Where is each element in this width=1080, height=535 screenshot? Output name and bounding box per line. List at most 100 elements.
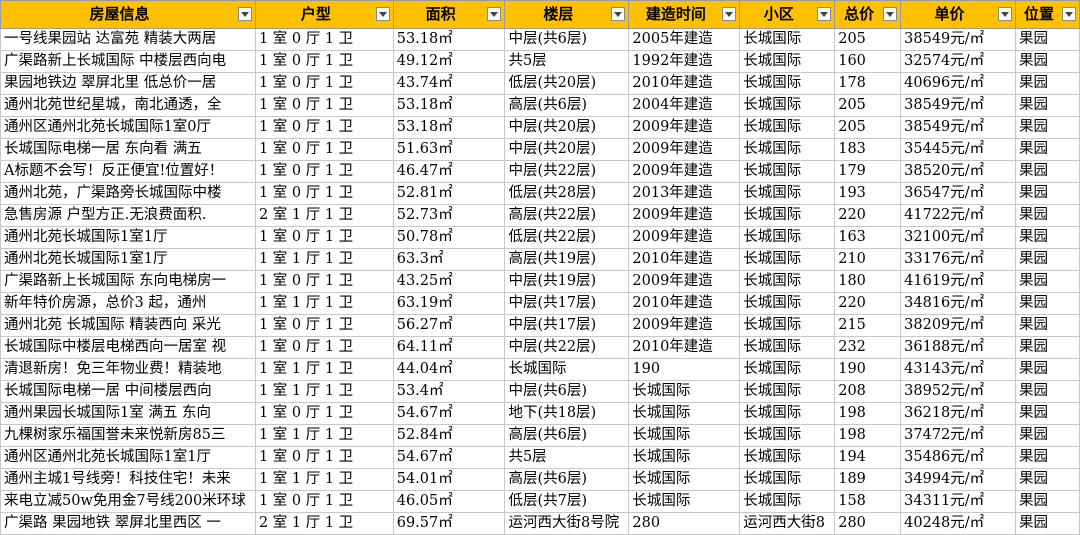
cell-build-year[interactable]: 2009年建造 [628,204,741,227]
cell-location[interactable]: 果园 [1014,72,1080,95]
cell-area[interactable]: 53.18㎡ [392,28,506,51]
cell-house-info[interactable]: 一号线果园站 达富苑 精装大两居 [0,28,256,51]
cell-area[interactable]: 64.11㎡ [392,336,506,359]
cell-build-year[interactable]: 190 [628,358,741,381]
cell-community[interactable]: 长城国际 [739,292,836,315]
cell-layout[interactable]: 1 室 0 厅 1 卫 [254,94,394,117]
filter-dropdown-icon[interactable] [375,7,390,21]
cell-location[interactable]: 果园 [1014,226,1080,249]
cell-unit-price[interactable]: 40248元/㎡ [900,512,1016,535]
cell-total-price[interactable]: 179 [834,160,902,183]
cell-total-price[interactable]: 189 [834,468,902,491]
cell-location[interactable]: 果园 [1014,314,1080,337]
cell-area[interactable]: 54.01㎡ [392,468,506,491]
cell-layout[interactable]: 1 室 1 厅 1 卫 [254,424,394,447]
cell-layout[interactable]: 1 室 0 厅 1 卫 [254,270,394,293]
cell-total-price[interactable]: 178 [834,72,902,95]
cell-total-price[interactable]: 198 [834,402,902,425]
cell-unit-price[interactable]: 33176元/㎡ [900,248,1016,271]
filter-dropdown-icon[interactable] [237,7,252,21]
cell-community[interactable]: 长城国际 [739,248,836,271]
cell-community[interactable]: 长城国际 [739,160,836,183]
cell-community[interactable]: 长城国际 [739,402,836,425]
header-area[interactable]: 面积 [392,0,506,29]
filter-dropdown-icon[interactable] [611,7,626,21]
cell-floor[interactable]: 低层(共22层) [504,226,630,249]
cell-location[interactable]: 果园 [1014,446,1080,469]
cell-unit-price[interactable]: 36547元/㎡ [900,182,1016,205]
cell-total-price[interactable]: 205 [834,28,902,51]
cell-community[interactable]: 长城国际 [739,182,836,205]
cell-house-info[interactable]: 通州北苑长城国际1室1厅 [0,226,256,249]
cell-house-info[interactable]: 长城国际电梯一居 中间楼层西向 [0,380,256,403]
cell-area[interactable]: 43.25㎡ [392,270,506,293]
header-unit-price[interactable]: 单价 [900,0,1016,29]
cell-community[interactable]: 长城国际 [739,28,836,51]
cell-community[interactable]: 长城国际 [739,138,836,161]
cell-community[interactable]: 长城国际 [739,490,836,513]
cell-floor[interactable]: 高层(共6层) [504,94,630,117]
cell-build-year[interactable]: 2009年建造 [628,314,741,337]
cell-house-info[interactable]: 广渠路新上长城国际 中楼层西向电 [0,50,256,73]
cell-location[interactable]: 果园 [1014,248,1080,271]
filter-dropdown-icon[interactable] [1062,7,1076,21]
cell-house-info[interactable]: 清退新房！免三年物业费！精装地 [0,358,256,381]
cell-build-year[interactable]: 2004年建造 [628,94,741,117]
cell-community[interactable]: 长城国际 [739,358,836,381]
cell-build-year[interactable]: 长城国际 [628,402,741,425]
cell-community[interactable]: 长城国际 [739,226,836,249]
cell-total-price[interactable]: 163 [834,226,902,249]
header-location[interactable]: 位置 [1014,0,1080,29]
cell-location[interactable]: 果园 [1014,424,1080,447]
cell-floor[interactable]: 中层(共22层) [504,160,630,183]
cell-total-price[interactable]: 208 [834,380,902,403]
cell-location[interactable]: 果园 [1014,204,1080,227]
cell-layout[interactable]: 1 室 0 厅 1 卫 [254,50,394,73]
cell-unit-price[interactable]: 32574元/㎡ [900,50,1016,73]
cell-unit-price[interactable]: 41722元/㎡ [900,204,1016,227]
cell-location[interactable]: 果园 [1014,512,1080,535]
cell-floor[interactable]: 共5层 [504,50,630,73]
header-house-info[interactable]: 房屋信息 [0,0,256,29]
cell-total-price[interactable]: 183 [834,138,902,161]
cell-layout[interactable]: 1 室 0 厅 1 卫 [254,28,394,51]
cell-floor[interactable]: 中层(共22层) [504,336,630,359]
cell-location[interactable]: 果园 [1014,94,1080,117]
cell-area[interactable]: 52.84㎡ [392,424,506,447]
header-community[interactable]: 小区 [739,0,836,29]
cell-floor[interactable]: 高层(共22层) [504,204,630,227]
cell-house-info[interactable]: 广渠路新上长城国际 东向电梯房一 [0,270,256,293]
cell-unit-price[interactable]: 38952元/㎡ [900,380,1016,403]
cell-build-year[interactable]: 长城国际 [628,380,741,403]
cell-community[interactable]: 长城国际 [739,116,836,139]
filter-dropdown-icon[interactable] [722,7,737,21]
cell-build-year[interactable]: 2010年建造 [628,336,741,359]
cell-house-info[interactable]: 通州北苑，广渠路旁长城国际中楼 [0,182,256,205]
cell-house-info[interactable]: 通州北苑世纪星城，南北通透，全 [0,94,256,117]
cell-community[interactable]: 长城国际 [739,446,836,469]
cell-unit-price[interactable]: 38549元/㎡ [900,28,1016,51]
cell-build-year[interactable]: 2010年建造 [628,72,741,95]
cell-unit-price[interactable]: 34816元/㎡ [900,292,1016,315]
cell-house-info[interactable]: 急售房源 户型方正.无浪费面积. [0,204,256,227]
cell-build-year[interactable]: 280 [628,512,741,535]
cell-house-info[interactable]: 通州区通州北苑长城国际1室0厅 [0,116,256,139]
cell-build-year[interactable]: 长城国际 [628,446,741,469]
cell-area[interactable]: 63.3㎡ [392,248,506,271]
cell-community[interactable]: 长城国际 [739,336,836,359]
cell-total-price[interactable]: 210 [834,248,902,271]
cell-area[interactable]: 52.73㎡ [392,204,506,227]
cell-total-price[interactable]: 232 [834,336,902,359]
cell-total-price[interactable]: 215 [834,314,902,337]
cell-house-info[interactable]: 通州主城1号线旁！科技住宅！未来 [0,468,256,491]
cell-floor[interactable]: 低层(共28层) [504,182,630,205]
cell-build-year[interactable]: 2013年建造 [628,182,741,205]
cell-location[interactable]: 果园 [1014,402,1080,425]
cell-house-info[interactable]: 长城国际中楼层电梯西向一居室 视 [0,336,256,359]
cell-house-info[interactable]: 广渠路 果园地铁 翠屏北里西区 一 [0,512,256,535]
cell-total-price[interactable]: 220 [834,292,902,315]
cell-layout[interactable]: 1 室 0 厅 1 卫 [254,138,394,161]
cell-layout[interactable]: 1 室 0 厅 1 卫 [254,402,394,425]
cell-total-price[interactable]: 193 [834,182,902,205]
cell-house-info[interactable]: A标题不会写！反正便宜!位置好！ [0,160,256,183]
